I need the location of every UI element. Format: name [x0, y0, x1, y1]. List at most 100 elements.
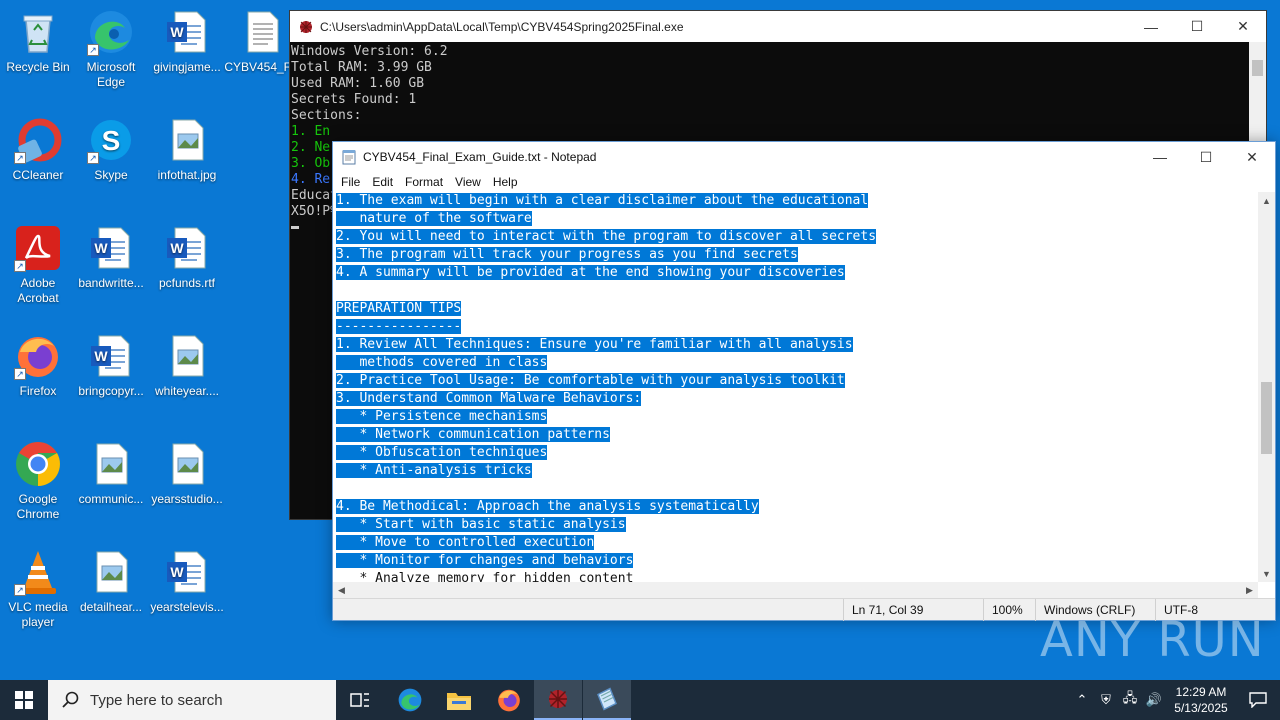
selected-text: nature of the software: [336, 211, 532, 226]
taskbar-console-app[interactable]: [534, 680, 582, 720]
desktop-icon-vlc[interactable]: ↗ VLC media player: [0, 548, 76, 630]
minimize-button[interactable]: —: [1137, 142, 1183, 172]
security-icon[interactable]: ⛨: [1094, 680, 1118, 720]
minimize-button[interactable]: —: [1128, 11, 1174, 42]
menu-file[interactable]: File: [335, 175, 366, 189]
image-file-icon: [163, 440, 211, 488]
taskbar-search-box[interactable]: Type here to search: [48, 680, 336, 720]
console-title: C:\Users\admin\AppData\Local\Temp\CYBV45…: [320, 19, 684, 34]
scrollbar-thumb[interactable]: [1252, 60, 1263, 76]
volume-icon[interactable]: 🔊: [1142, 680, 1166, 720]
menu-format[interactable]: Format: [399, 175, 449, 189]
taskbar-clock[interactable]: 12:29 AM 5/13/2025: [1166, 684, 1236, 716]
text-line: * Anti-analysis tricks: [336, 462, 1258, 480]
shortcut-arrow-icon: ↗: [14, 584, 26, 596]
desktop-icon-recycle-bin[interactable]: Recycle Bin: [0, 8, 76, 75]
desktop-icon-adobe-acrobat[interactable]: ↗ Adobe Acrobat: [0, 224, 76, 306]
selected-text: 4. A summary will be provided at the end…: [336, 265, 845, 280]
desktop-icon-microsoft-edge[interactable]: ↗ Microsoft Edge: [73, 8, 149, 90]
shortcut-arrow-icon: ↗: [87, 44, 99, 56]
svg-text:W: W: [170, 24, 184, 40]
desktop-icon-label: Skype: [94, 168, 128, 182]
text-line: 4. A summary will be provided at the end…: [336, 264, 1258, 282]
status-cursor-position: Ln 71, Col 39: [843, 599, 983, 621]
firefox-icon: [498, 689, 520, 712]
text-line: * Obfuscation techniques: [336, 444, 1258, 462]
desktop-icon-yearstelevis[interactable]: W yearstelevis...: [149, 548, 225, 615]
scrollbar-thumb[interactable]: [1261, 382, 1272, 454]
console-titlebar[interactable]: C:\Users\admin\AppData\Local\Temp\CYBV45…: [290, 11, 1266, 42]
maximize-button[interactable]: ☐: [1174, 11, 1220, 42]
close-button[interactable]: ✕: [1220, 11, 1266, 42]
taskbar-file-explorer[interactable]: [435, 680, 483, 720]
desktop-icon-detailhear[interactable]: detailhear...: [73, 548, 149, 615]
close-button[interactable]: ✕: [1229, 142, 1275, 172]
text-line: 3. The program will track your progress …: [336, 246, 1258, 264]
scroll-up-icon[interactable]: ▲: [1258, 192, 1275, 209]
text-line: 4. Be Methodical: Approach the analysis …: [336, 498, 1258, 516]
desktop-icon-whiteyear[interactable]: whiteyear....: [149, 332, 225, 399]
selected-text: * Network communication patterns: [336, 427, 610, 442]
word-document-icon: W: [163, 224, 211, 272]
scroll-down-icon[interactable]: ▼: [1258, 565, 1275, 582]
edge-icon: [398, 688, 422, 712]
scroll-right-icon[interactable]: ▶: [1241, 582, 1258, 599]
selected-text: * Start with basic static analysis: [336, 517, 626, 532]
selected-text: methods covered in class: [336, 355, 548, 370]
desktop-icon-givingjame[interactable]: W givingjame...: [149, 8, 225, 75]
line-text: * Analyze memory for hidden content: [336, 571, 634, 582]
desktop-icon-yearsstudio[interactable]: yearsstudio...: [149, 440, 225, 507]
selected-text: * Monitor for changes and behaviors: [336, 553, 634, 568]
desktop-icon-label: Google Chrome: [16, 492, 60, 521]
taskbar-notepad[interactable]: [583, 680, 631, 720]
text-line: methods covered in class: [336, 354, 1258, 372]
maximize-button[interactable]: ☐: [1183, 142, 1229, 172]
selected-text: * Persistence mechanisms: [336, 409, 548, 424]
scroll-left-icon[interactable]: ◀: [333, 582, 350, 599]
desktop-icon-bringcopyr[interactable]: W bringcopyr...: [73, 332, 149, 399]
chevron-up-icon[interactable]: ⌃: [1070, 680, 1094, 720]
adobe-acrobat-icon: ↗: [14, 224, 62, 272]
desktop-icon-google-chrome[interactable]: Google Chrome: [0, 440, 76, 522]
horizontal-scrollbar[interactable]: ◀ ▶: [333, 582, 1258, 599]
text-line: [336, 480, 1258, 498]
vertical-scrollbar[interactable]: ▲ ▼: [1258, 192, 1275, 582]
console-line: Secrets Found: 1: [291, 92, 417, 107]
selected-text: ----------------: [336, 319, 462, 334]
notification-icon[interactable]: [1236, 680, 1280, 720]
desktop-icon-firefox[interactable]: ↗ Firefox: [0, 332, 76, 399]
desktop-icon-label: communic...: [78, 492, 144, 506]
console-cursor: [291, 226, 299, 229]
image-file-icon: [163, 116, 211, 164]
text-line: * Persistence mechanisms: [336, 408, 1258, 426]
task-view-button[interactable]: [336, 680, 384, 720]
notepad-window[interactable]: CYBV454_Final_Exam_Guide.txt - Notepad —…: [332, 141, 1276, 621]
notepad-titlebar[interactable]: CYBV454_Final_Exam_Guide.txt - Notepad —…: [333, 142, 1275, 172]
notification-center-icon: [1249, 692, 1267, 708]
desktop-icon-label: pcfunds.rtf: [158, 276, 216, 290]
text-line: nature of the software: [336, 210, 1258, 228]
desktop-icon-bandwritte[interactable]: W bandwritte...: [73, 224, 149, 291]
start-button[interactable]: [0, 680, 48, 720]
taskbar-firefox[interactable]: [485, 680, 533, 720]
anyrun-watermark: ANY RUN: [1040, 612, 1265, 668]
desktop-icon-ccleaner[interactable]: ↗ CCleaner: [0, 116, 76, 183]
network-icon[interactable]: 🖧: [1118, 680, 1142, 720]
selected-text: 4. Be Methodical: Approach the analysis …: [336, 499, 759, 514]
menu-help[interactable]: Help: [487, 175, 524, 189]
menu-edit[interactable]: Edit: [366, 175, 399, 189]
desktop-icon-skype[interactable]: S ↗ Skype: [73, 116, 149, 183]
desktop-icon-label: givingjame...: [153, 60, 221, 74]
text-line: * Move to controlled execution: [336, 534, 1258, 552]
desktop-icon-infothat[interactable]: infothat.jpg: [149, 116, 225, 183]
taskbar-edge[interactable]: [386, 680, 434, 720]
svg-text:W: W: [94, 348, 108, 364]
bug-app-icon: [300, 20, 312, 33]
notepad-text-area[interactable]: 1. The exam will begin with a clear disc…: [333, 192, 1258, 582]
menu-view[interactable]: View: [449, 175, 487, 189]
desktop-icon-label: whiteyear....: [154, 384, 220, 398]
text-line: * Monitor for changes and behaviors: [336, 552, 1258, 570]
desktop-icon-communic[interactable]: communic...: [73, 440, 149, 507]
desktop-icon-label: yearstelevis...: [150, 600, 224, 614]
desktop-icon-pcfunds[interactable]: W pcfunds.rtf: [149, 224, 225, 291]
